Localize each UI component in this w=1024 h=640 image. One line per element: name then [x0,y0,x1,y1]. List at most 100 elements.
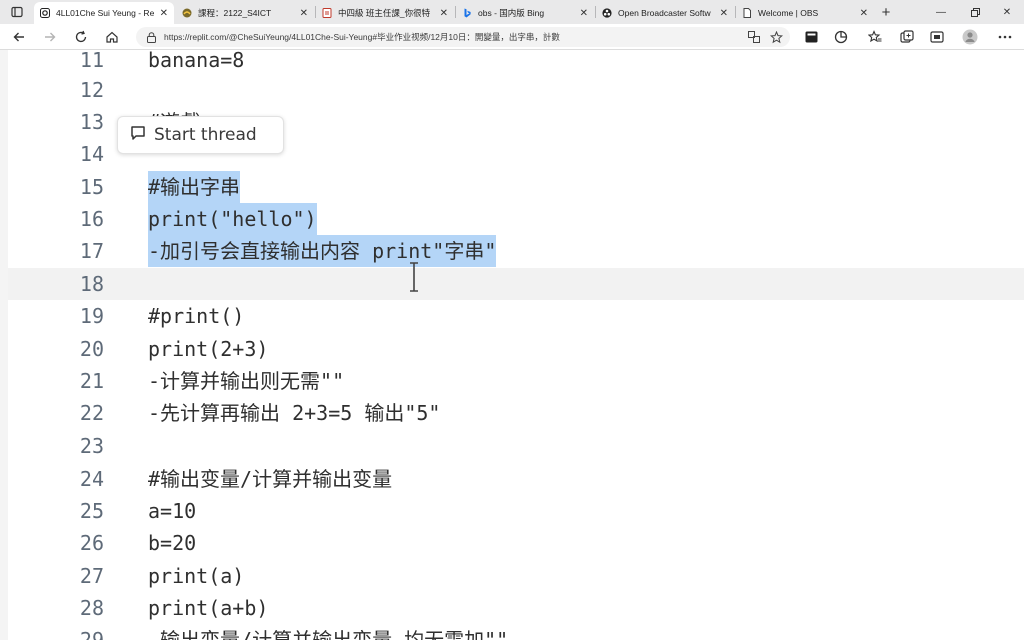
tab-obs[interactable]: Open Broadcaster Softw ✕ [596,2,734,24]
close-tab-icon[interactable]: ✕ [580,8,588,19]
text-cursor-icon [410,262,418,292]
code-line[interactable]: 19 #print() [0,300,1024,332]
code-line[interactable]: 28 print(a+b) [0,592,1024,624]
line-code[interactable]: #输出变量/计算并输出变量 [148,463,392,495]
line-code-selected[interactable]: #输出字串 [148,171,241,203]
line-number: 23 [79,434,104,458]
start-thread-button[interactable]: Start thread [117,116,284,154]
tab-pdf[interactable]: 中四級 班主任課_你很特 ✕ [316,2,454,24]
browser-toolbar: https://replit.com/@CheSuiYeung/4LL01Che… [0,24,1024,50]
code-line[interactable]: 16 print("hello") [0,203,1024,235]
tab-strip: 4LL01Che Sui Yeung - Re ✕ 課程：2122_S4ICT … [0,0,1024,24]
code-line[interactable]: 25 a=10 [0,495,1024,527]
tab-bing[interactable]: obs - 国内版 Bing ✕ [456,2,594,24]
line-code[interactable]: banana=8 [148,50,244,76]
close-window-icon[interactable]: ✕ [992,2,1022,22]
line-code[interactable]: print(a) [148,560,244,592]
tab-title: 課程：2122_S4ICT [198,8,272,18]
code-line[interactable]: 21 -计算并输出则无需"" [0,365,1024,397]
restore-icon[interactable] [960,2,990,22]
forward-icon[interactable] [40,27,60,47]
line-number: 18 [79,272,104,296]
moodle-icon [182,8,192,18]
line-number: 14 [79,142,104,166]
reading-list-icon[interactable] [802,28,820,46]
tab-course[interactable]: 課程：2122_S4ICT ✕ [176,2,314,24]
tab-welcome-obs[interactable]: Welcome | OBS ✕ [736,2,874,24]
line-code[interactable]: b=20 [148,527,196,559]
tab-actions-icon[interactable] [4,2,30,22]
tab-title: 中四級 班主任課_你很特 [338,8,431,18]
line-number: 25 [79,499,104,523]
extension-icon[interactable] [832,28,850,46]
lock-icon[interactable] [144,31,158,43]
line-number: 22 [79,401,104,425]
line-code[interactable]: -计算并输出则无需"" [148,365,344,397]
code-line[interactable]: 26 b=20 [0,527,1024,559]
tab-title: obs - 国内版 Bing [478,8,545,18]
line-code[interactable]: print(a+b) [148,592,268,624]
line-number: 13 [79,110,104,134]
line-number: 29 [79,628,104,640]
address-bar[interactable]: https://replit.com/@CheSuiYeung/4LL01Che… [136,27,790,47]
home-icon[interactable] [102,27,122,47]
code-line[interactable]: 23 [0,430,1024,462]
line-number: 20 [79,337,104,361]
code-line[interactable]: 29 -输出变量/计算并输出变量 均无需加"" [0,624,1024,640]
favorite-add-icon[interactable] [768,29,784,45]
back-icon[interactable] [9,27,29,47]
close-tab-icon[interactable]: ✕ [440,8,448,19]
close-tab-icon[interactable]: ✕ [160,8,168,19]
pdf-icon [322,8,332,18]
code-line[interactable]: 22 -先计算再输出 2+3=5 输出"5" [0,397,1024,429]
tab-title: Welcome | OBS [758,8,819,18]
line-number: 16 [79,207,104,231]
close-tab-icon[interactable]: ✕ [300,8,308,19]
line-number: 12 [79,78,104,102]
close-tab-icon[interactable]: ✕ [720,8,728,19]
new-tab-icon[interactable]: + [876,2,896,22]
favorites-icon[interactable] [866,28,884,46]
code-line[interactable]: 20 print(2+3) [0,333,1024,365]
screenshot-icon[interactable] [928,28,946,46]
code-line[interactable]: 27 print(a) [0,560,1024,592]
line-code-selected[interactable]: -加引号会直接输出内容 print"字串" [148,235,497,267]
code-line-current[interactable]: 18 [0,268,1024,300]
comment-icon [130,125,146,146]
line-number: 24 [79,467,104,491]
replit-icon [40,8,50,18]
page-icon [742,8,752,18]
line-number: 26 [79,531,104,555]
code-line[interactable]: 15 #输出字串 [0,171,1024,203]
collections-icon[interactable] [898,28,916,46]
code-line[interactable]: 17 -加引号会直接输出内容 print"字串" [0,235,1024,267]
tab-title: Open Broadcaster Softw [618,8,711,18]
start-thread-label: Start thread [154,125,257,145]
more-menu-icon[interactable] [996,28,1014,46]
line-code[interactable]: a=10 [148,495,196,527]
line-number: 15 [79,175,104,199]
refresh-icon[interactable] [71,27,91,47]
code-line[interactable]: 12 [0,74,1024,106]
minimize-icon[interactable]: — [926,2,956,22]
line-code[interactable]: #print() [148,300,244,332]
line-number: 19 [79,304,104,328]
url-text[interactable]: https://replit.com/@CheSuiYeung/4LL01Che… [164,31,746,43]
line-number: 17 [79,239,104,263]
avatar[interactable] [961,28,979,46]
line-code[interactable]: -先计算再输出 2+3=5 输出"5" [148,397,440,429]
close-tab-icon[interactable]: ✕ [860,8,868,19]
line-code[interactable]: -输出变量/计算并输出变量 均无需加"" [148,624,508,640]
bing-icon [462,8,472,18]
line-number: 11 [79,50,104,72]
code-line[interactable]: 24 #输出变量/计算并输出变量 [0,463,1024,495]
line-code[interactable]: print(2+3) [148,333,268,365]
line-code-selected[interactable]: print("hello") [148,203,317,235]
translate-icon[interactable] [746,29,762,45]
code-editor[interactable]: 11 banana=8 12 13 #遊戲 14 15 #输出字串 16 pri… [0,50,1024,640]
code-line[interactable]: 11 banana=8 [0,50,1024,76]
line-number: 21 [79,369,104,393]
tab-replit[interactable]: 4LL01Che Sui Yeung - Re ✕ [34,2,174,24]
obs-icon [602,8,612,18]
tab-title: 4LL01Che Sui Yeung - Re [56,8,155,18]
